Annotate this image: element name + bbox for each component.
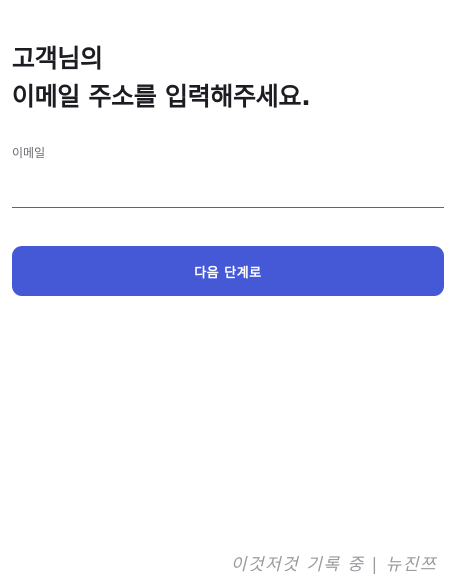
- page-title-line-2: 이메일 주소를 입력해주세요.: [12, 82, 311, 111]
- email-field[interactable]: [12, 172, 444, 208]
- next-step-button[interactable]: 다음 단계로: [12, 246, 444, 296]
- page-title: 고객님의 이메일 주소를 입력해주세요.: [12, 40, 311, 116]
- email-label: 이메일: [12, 146, 46, 160]
- page-title-line-1: 고객님의: [12, 44, 103, 73]
- watermark: 이것저것 기록 중 | 뉴진쯔: [230, 555, 437, 575]
